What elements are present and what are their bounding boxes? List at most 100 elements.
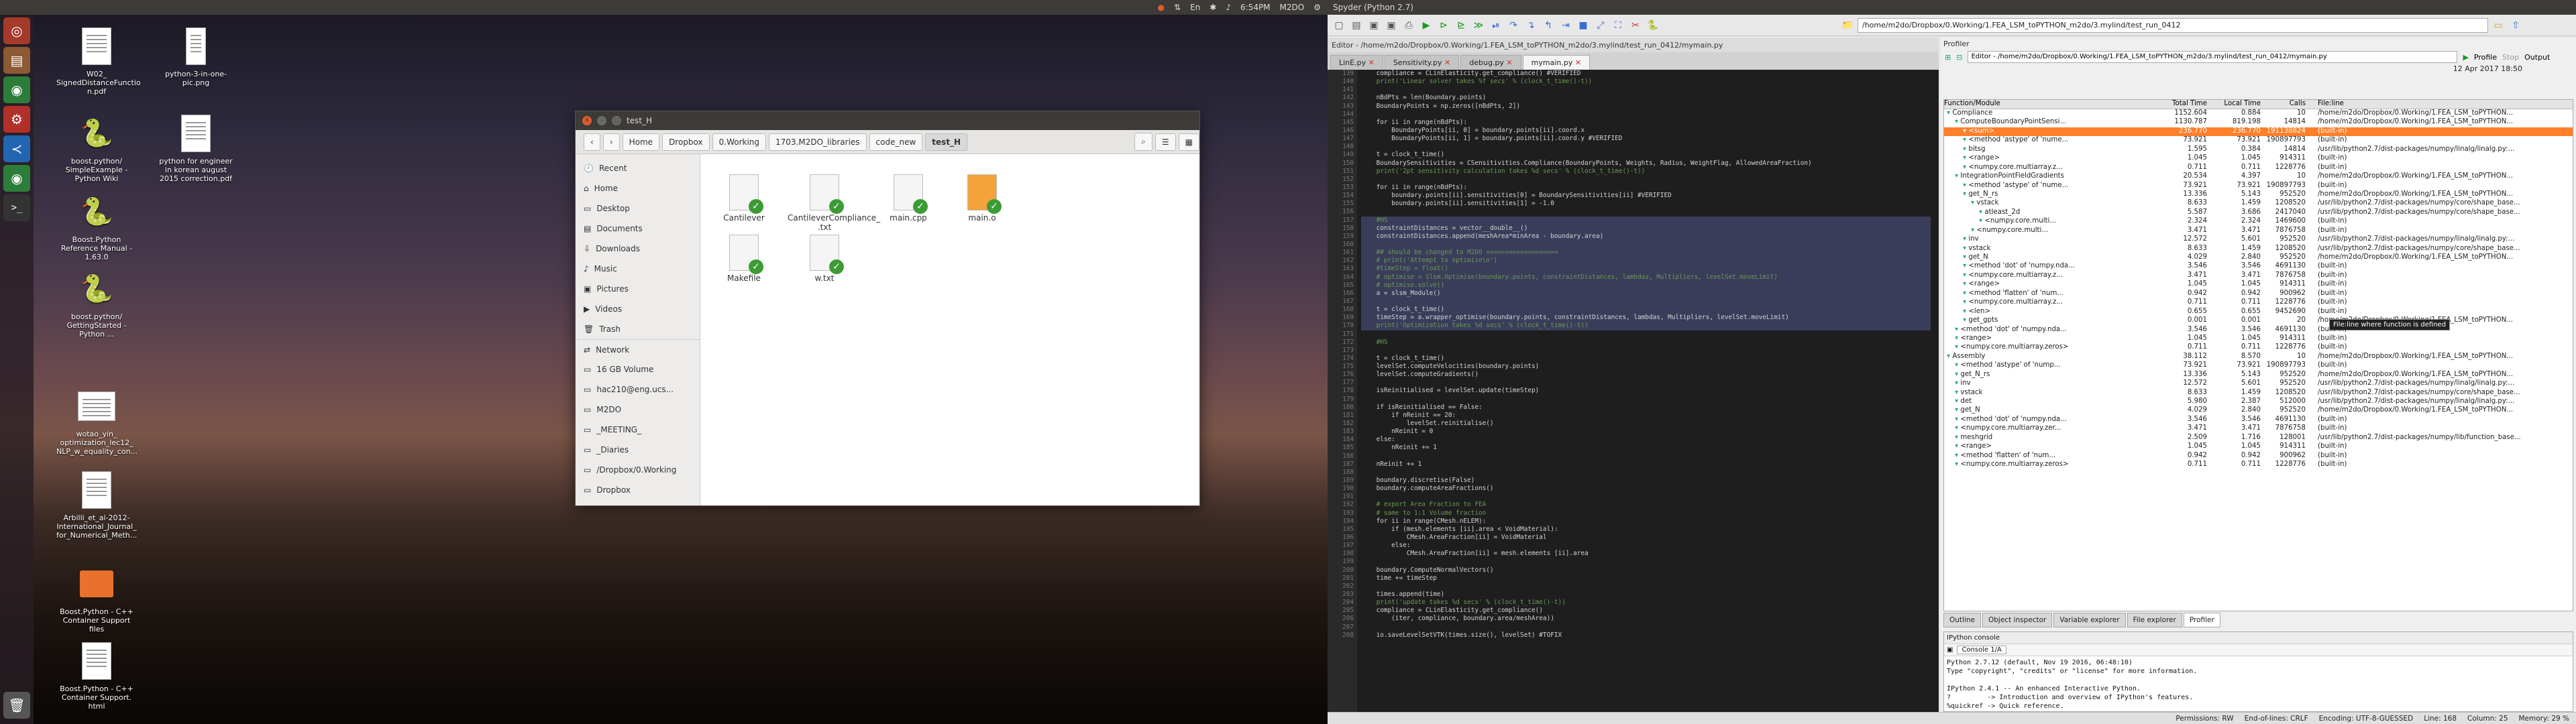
file-item[interactable]: ✓ main.cpp bbox=[871, 174, 945, 223]
profiler-row[interactable]: ▾ get_N_rs 13.336 5.143 952520/home/m2do/Dr… bbox=[1944, 190, 2573, 199]
code-line[interactable]: levelSet.computeVelocities(boundary.poin… bbox=[1361, 363, 1931, 371]
code-line[interactable] bbox=[1361, 240, 1931, 249]
profiler-row[interactable]: ▾ <numpy.core.multiarray.zeros> 0.711 0.71… bbox=[1944, 343, 2573, 352]
run-cell-icon[interactable]: ⊳ bbox=[1436, 18, 1451, 33]
profiler-file-combo[interactable]: Editor - /home/m2do/Dropbox/0.Working/1.… bbox=[1968, 51, 2458, 63]
code-line[interactable]: if isReinitialised == False: bbox=[1361, 404, 1931, 412]
file-item[interactable]: ✓ w.txt bbox=[788, 235, 861, 283]
code-line[interactable] bbox=[1361, 111, 1931, 119]
code-line[interactable]: # same to 1:1 Volume fraction bbox=[1361, 509, 1931, 518]
code-line[interactable]: (iter, compliance, boundary.area/meshAre… bbox=[1361, 615, 1931, 623]
profiler-row[interactable]: ▾ ComputeBoundaryPointSensi... 1130.787 81… bbox=[1944, 118, 2573, 127]
code-line[interactable]: nReinit = 0 bbox=[1361, 428, 1931, 436]
profiler-row[interactable]: ▾ <numpy.core.multi... 3.471 3.471 7876758 (… bbox=[1944, 227, 2573, 235]
profiler-row[interactable]: ▾ <method 'dot' of 'numpy.nda... 3.546 3.5… bbox=[1944, 326, 2573, 335]
profiler-row[interactable]: ▾ <method 'astype' of 'nume... 73.921 73.9… bbox=[1944, 136, 2573, 145]
breadcrumb-item[interactable]: 1703.M2DO_libraries bbox=[769, 133, 867, 151]
profiler-row[interactable]: ▾ get_N 4.029 2.840 952520/home/m2do/Dropbo… bbox=[1944, 253, 2573, 262]
code-line[interactable]: for ii in range(nBdPts): bbox=[1361, 119, 1931, 127]
close-icon[interactable]: ✕ bbox=[1442, 58, 1450, 67]
code-line[interactable] bbox=[1361, 493, 1931, 501]
profiler-row[interactable]: ▾ atleast_2d 5.587 3.686 2417040/usr/lib/py… bbox=[1944, 208, 2573, 217]
code-line[interactable]: boundary.computeAreaFractions() bbox=[1361, 485, 1931, 493]
breadcrumb-home[interactable]: Home bbox=[622, 133, 660, 151]
file-item[interactable]: ✓ Makefile bbox=[707, 235, 781, 283]
profiler-row[interactable]: ▾ Assembly 38.112 8.570 10/home/m2do/Dropbo… bbox=[1944, 353, 2573, 361]
desktop-file[interactable]: W02_ SignedDistanceFunctio n.pdf bbox=[56, 25, 141, 96]
browse-folder-icon[interactable]: ▭ bbox=[2491, 18, 2506, 33]
sidebar-item[interactable]: ♪ Music bbox=[576, 259, 700, 279]
profiler-row[interactable]: ▾ <range> 1.045 1.045 914311 (built-in) bbox=[1944, 154, 2573, 163]
new-file-icon[interactable]: ▢ bbox=[1332, 18, 1346, 33]
profiler-row[interactable]: ▾ inv 12.572 5.601 952520/usr/lib/python2.7… bbox=[1944, 235, 2573, 244]
files-icon[interactable]: ▤ bbox=[3, 47, 30, 74]
col-function[interactable]: Function/Module bbox=[1944, 100, 2157, 109]
sidebar-item[interactable]: ▤ Documents bbox=[576, 219, 700, 239]
breadcrumb-current[interactable]: test_H bbox=[925, 133, 968, 151]
file-item[interactable]: ✓ main.o bbox=[945, 174, 1019, 223]
code-line[interactable] bbox=[1361, 143, 1931, 151]
code-line[interactable]: t = clock_t_time() bbox=[1361, 151, 1931, 159]
breadcrumb-item[interactable]: code_new bbox=[869, 133, 923, 151]
code-line[interactable]: CMesh.AreaFraction[ii] = VoidMaterial bbox=[1361, 534, 1931, 542]
desktop-file[interactable]: 🐍 boost.python/ GettingStarted - Python .… bbox=[56, 268, 137, 339]
profiler-row[interactable]: ▾ <numpy.core.multiarray.zer... 3.471 3.47… bbox=[1944, 424, 2573, 433]
desktop-file[interactable]: wotao_yin_ optimization_lec12_ NLP_w_equ… bbox=[56, 385, 138, 456]
console-tab[interactable]: Console 1/A bbox=[1957, 646, 2006, 654]
sidebar-item[interactable]: ▭ M2DO bbox=[576, 400, 700, 420]
desktop-folder[interactable]: Boost.Python - C++ Container Support fil… bbox=[56, 563, 137, 634]
profiler-row[interactable]: ▾ <numpy.core.multiarray.z... 0.711 0.711 1… bbox=[1944, 164, 2573, 172]
forward-icon[interactable]: › bbox=[602, 133, 620, 151]
close-icon[interactable]: ✕ bbox=[1366, 58, 1375, 67]
profiler-row[interactable]: ▾ Compliance 1152.604 0.884 10/home/m2do/Dr… bbox=[1944, 109, 2573, 118]
code-line[interactable] bbox=[1361, 379, 1931, 387]
code-line[interactable]: constraintDistances = vector__double__() bbox=[1361, 224, 1931, 233]
sidebar-item[interactable]: ▭ _Diaries bbox=[576, 440, 700, 460]
code-line[interactable]: # print('Attempt to optimize\n') bbox=[1361, 257, 1931, 265]
profiler-row[interactable]: ▾ vstack 8.633 1.459 1208520/usr/lib/python… bbox=[1944, 245, 2573, 253]
code-line[interactable]: a = slsm_Module() bbox=[1361, 289, 1931, 298]
code-line[interactable]: times.append(time) bbox=[1361, 591, 1931, 599]
code-line[interactable]: boundary.points[ii].sensitivities[1] = -… bbox=[1361, 200, 1931, 208]
profiler-row[interactable]: ▾ <numpy.core.multiarray.z... 3.471 3.471 7… bbox=[1944, 272, 2573, 280]
sidebar-item[interactable]: ▭ _MEETING_ bbox=[576, 420, 700, 440]
tools-icon[interactable]: ✂ bbox=[1628, 18, 1643, 33]
profiler-row[interactable]: ▾ bitsg 1.595 0.384 14814/usr/lib/python2.7… bbox=[1944, 145, 2573, 154]
editor-tab[interactable]: debug.py ✕ bbox=[1460, 55, 1521, 70]
code-line[interactable]: compliance = CLinElasticity.get_complian… bbox=[1361, 70, 1931, 78]
profiler-row[interactable]: ▾ <method 'dot' of 'numpy.nda... 3.546 3.5… bbox=[1944, 262, 2573, 271]
working-directory-field[interactable]: /home/m2do/Dropbox/0.Working/1.FEA_LSM_t… bbox=[1858, 17, 2488, 33]
sidebar-item[interactable]: 🗑 Trash bbox=[576, 319, 700, 339]
run-icon[interactable]: ▶ bbox=[1419, 18, 1434, 33]
sidebar-item[interactable]: 🕘 Recent bbox=[576, 158, 700, 178]
code-line[interactable]: if (mesh.elements [ii].area < VoidMateri… bbox=[1361, 526, 1931, 534]
code-line[interactable]: print('Optimization takes %d secs' % (cl… bbox=[1361, 322, 1931, 330]
col-calls[interactable]: Calls bbox=[2263, 100, 2308, 109]
profiler-row[interactable]: ▾ vstack 8.633 1.459 1208520/usr/lib/python… bbox=[1944, 389, 2573, 398]
profiler-row[interactable]: ▾ IntegrationPointFieldGradients 20.534 4.… bbox=[1944, 172, 2573, 181]
code-line[interactable]: else: bbox=[1361, 436, 1931, 444]
back-icon[interactable]: ‹ bbox=[584, 133, 600, 151]
code-line[interactable]: boundary.discretise(False) bbox=[1361, 477, 1931, 485]
pane-tab[interactable]: Object inspector bbox=[1982, 613, 2053, 627]
updates-icon[interactable]: ● bbox=[1158, 3, 1165, 12]
code-line[interactable] bbox=[1361, 396, 1931, 404]
code-line[interactable]: print('update takes %d secs' % (clock_t_… bbox=[1361, 599, 1931, 607]
code-line[interactable] bbox=[1361, 583, 1931, 591]
code-line[interactable] bbox=[1361, 297, 1931, 306]
sidebar-item[interactable]: ⌂ Home bbox=[576, 178, 700, 198]
breadcrumb-item[interactable]: Dropbox bbox=[662, 133, 710, 151]
sidebar-item[interactable]: ▭ 16 GB Volume bbox=[576, 359, 700, 379]
output-button[interactable]: Output bbox=[2524, 53, 2550, 62]
code-line[interactable]: levelSet.computeGradients() bbox=[1361, 371, 1931, 379]
code-line[interactable]: io.saveLevelSetVTK(times.size(), levelSe… bbox=[1361, 631, 1931, 640]
col-local-time[interactable]: Local Time bbox=[2210, 100, 2263, 109]
sidebar-item[interactable]: ⇩ Downloads bbox=[576, 239, 700, 259]
code-line[interactable]: #timeStep = float() bbox=[1361, 265, 1931, 274]
code-line[interactable] bbox=[1361, 208, 1931, 216]
code-line[interactable] bbox=[1361, 347, 1931, 355]
sidebar-item[interactable]: ⇄ Network bbox=[576, 339, 700, 359]
profiler-row[interactable]: ▾ <numpy.core.multi... 2.324 2.324 1469600 (… bbox=[1944, 217, 2573, 226]
save-all-icon[interactable]: ▣ bbox=[1384, 18, 1399, 33]
keyboard-icon[interactable]: En bbox=[1190, 3, 1200, 12]
